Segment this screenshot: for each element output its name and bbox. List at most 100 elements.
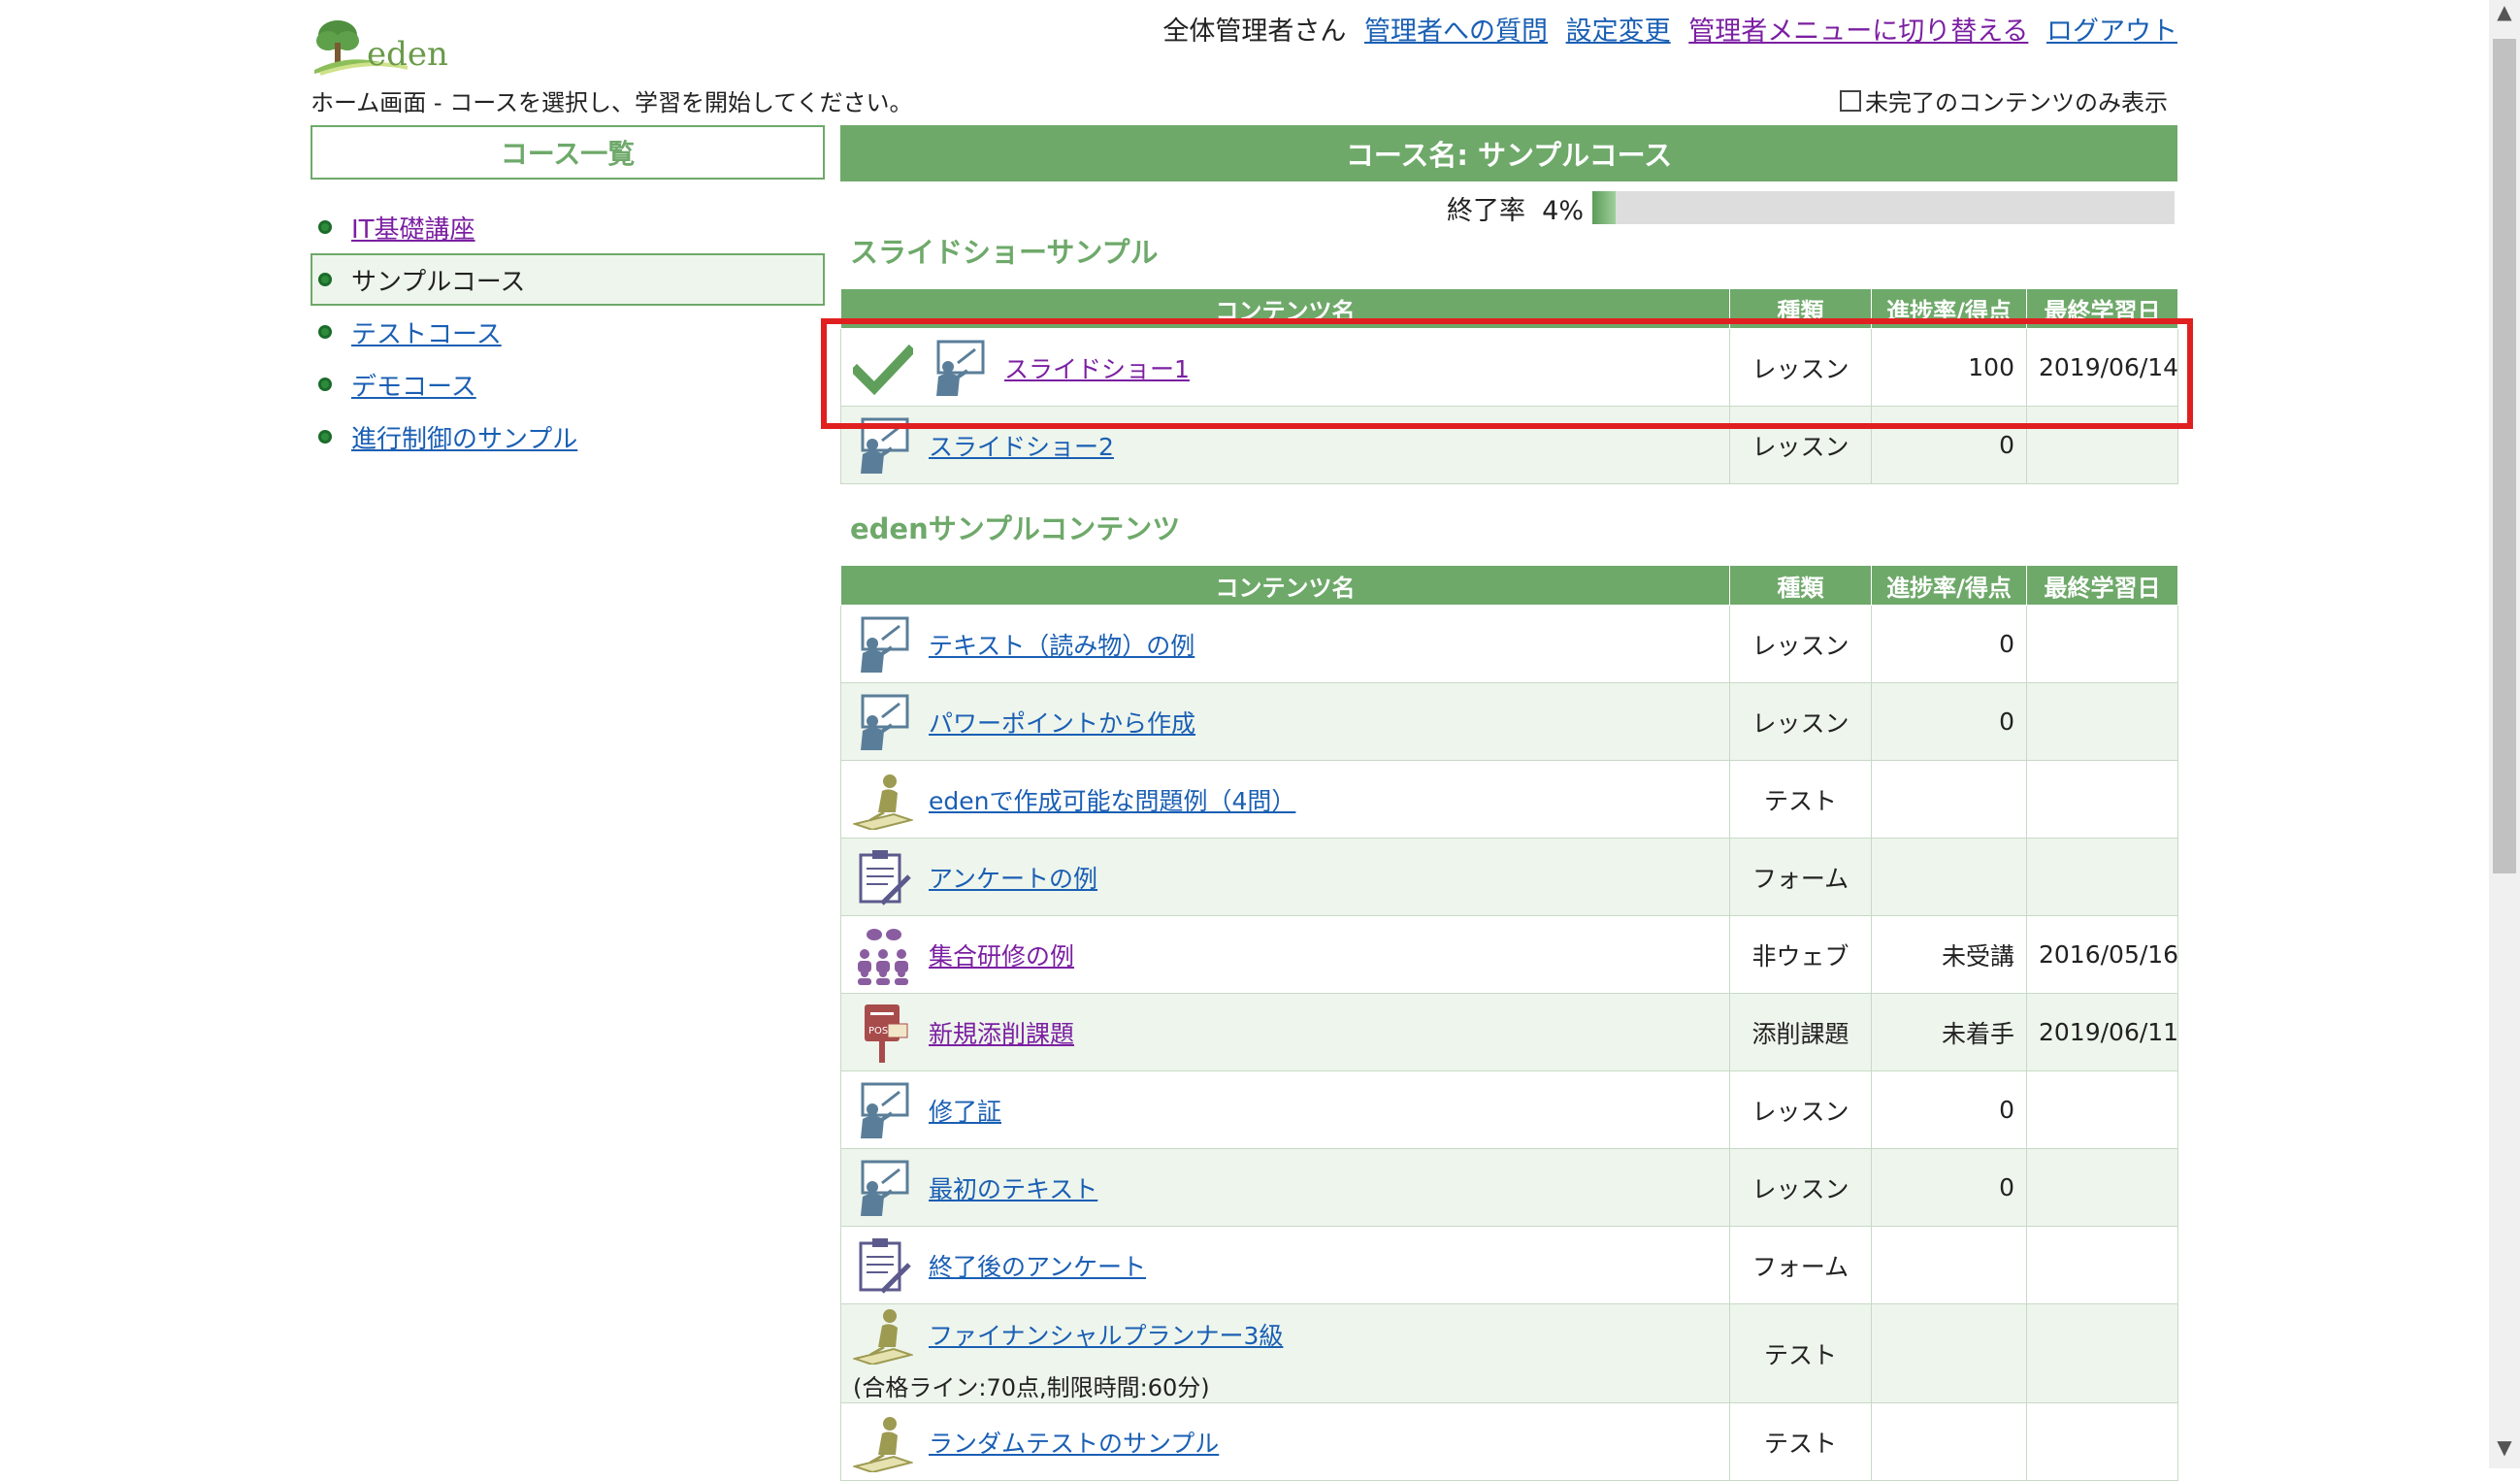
- course-link[interactable]: テストコース: [351, 314, 502, 350]
- content-name-wrap: パワーポイントから作成: [853, 692, 1718, 752]
- scroll-up-arrow-icon[interactable]: ▲: [2489, 0, 2520, 33]
- content-last-date: [2026, 682, 2178, 761]
- completion-progress: 終了率 4%: [840, 185, 2177, 226]
- course-label: サンプルコース: [351, 267, 526, 297]
- content-last-date: [2026, 1402, 2178, 1481]
- content-row: 終了後のアンケート フォーム: [840, 1226, 2178, 1304]
- course-item-it-basics[interactable]: IT基礎講座: [311, 201, 825, 253]
- progress-value: 4%: [1542, 196, 1584, 226]
- content-name-wrap: アンケートの例: [853, 847, 1718, 907]
- content-link[interactable]: 最初のテキスト: [929, 1170, 1097, 1205]
- content-kind: フォーム: [1729, 838, 1872, 916]
- content-last-date: [2026, 838, 2178, 916]
- content-last-date: 2019/06/11: [2026, 993, 2178, 1071]
- content-name-cell: テキスト（読み物）の例: [840, 605, 1730, 683]
- content-row: 修了証 レッスン 0: [840, 1070, 2178, 1149]
- content-kind: テスト: [1729, 1402, 1872, 1481]
- clipboard-form-icon: [853, 847, 913, 907]
- logout-link[interactable]: ログアウト: [2046, 16, 2177, 47]
- course-item-progress-control[interactable]: 進行制御のサンプル: [311, 411, 825, 463]
- content-kind: フォーム: [1729, 1226, 1872, 1304]
- lesson-board-icon: [853, 1158, 913, 1218]
- course-item-sample[interactable]: サンプルコース: [311, 253, 825, 306]
- course-list: IT基礎講座 サンプルコース テストコース デモコース 進行制御のサンプル: [311, 201, 825, 463]
- content-link[interactable]: スライドショー2: [929, 428, 1114, 463]
- content-link[interactable]: パワーポイントから作成: [929, 705, 1195, 740]
- content-score: [1871, 838, 2027, 916]
- content-score: [1871, 1226, 2027, 1304]
- course-detail: コース名: サンプルコース 終了率 4% スライドショーサンプル コンテンツ名 …: [840, 125, 2178, 1481]
- settings-link[interactable]: 設定変更: [1566, 16, 1671, 47]
- col-kind: 種類: [1729, 565, 1872, 606]
- course-list-title: コース一覧: [311, 125, 825, 180]
- content-row: ファイナンシャルプランナー3級 (合格ライン:70点,制限時間:60分) テスト: [840, 1303, 2178, 1403]
- content-name-cell: ファイナンシャルプランナー3級 (合格ライン:70点,制限時間:60分): [840, 1303, 1730, 1403]
- content-kind: レッスン: [1729, 605, 1872, 683]
- content-link[interactable]: 新規添削課題: [929, 1015, 1074, 1050]
- section-title-eden-samples: edenサンプルコンテンツ: [850, 512, 1181, 545]
- content-last-date: [2026, 1148, 2178, 1227]
- content-row: テキスト（読み物）の例 レッスン 0: [840, 605, 2178, 683]
- test-writing-icon: [851, 1304, 915, 1366]
- progress-label: 終了率 4%: [1446, 196, 1584, 226]
- incomplete-only-checkbox[interactable]: [1840, 89, 1861, 112]
- course-link[interactable]: 進行制御のサンプル: [351, 419, 577, 455]
- content-name-cell: 終了後のアンケート: [840, 1226, 1730, 1304]
- content-score: 0: [1871, 1148, 2027, 1227]
- content-row: 最初のテキスト レッスン 0: [840, 1148, 2178, 1227]
- content-name-wrap: ランダムテストのサンプル: [851, 1412, 1718, 1473]
- content-score: [1871, 1402, 2027, 1481]
- logo-text: eden: [367, 35, 448, 74]
- content-name-cell: ランダムテストのサンプル: [840, 1402, 1730, 1481]
- course-link[interactable]: デモコース: [351, 367, 476, 403]
- content-score: 0: [1871, 1070, 2027, 1149]
- content-link[interactable]: 集合研修の例: [929, 938, 1074, 972]
- col-content-name: コンテンツ名: [840, 565, 1730, 606]
- test-writing-icon: [851, 770, 915, 831]
- admin-question-link[interactable]: 管理者への質問: [1364, 16, 1548, 47]
- content-kind: レッスン: [1729, 1148, 1872, 1227]
- content-last-date: [2026, 1070, 2178, 1149]
- scrollbar-thumb[interactable]: [2493, 39, 2516, 873]
- content-note: (合格ライン:70点,制限時間:60分): [853, 1374, 1210, 1401]
- content-name-wrap: 集合研修の例: [853, 925, 1718, 985]
- switch-admin-menu-link[interactable]: 管理者メニューに切り替える: [1688, 16, 2028, 47]
- content-score: [1871, 1303, 2027, 1403]
- content-score: [1871, 760, 2027, 839]
- content-name-cell: edenで作成可能な問題例（4問）: [840, 760, 1730, 839]
- content-link[interactable]: 修了証: [929, 1093, 1001, 1128]
- content-last-date: [2026, 605, 2178, 683]
- bullet-icon: [318, 378, 332, 391]
- content-row: POST 新規添削課題 添削課題 未着手 2019/06/11: [840, 993, 2178, 1071]
- page-subtitle: ホーム画面 - コースを選択し、学習を開始してください。: [311, 89, 913, 116]
- post-box-icon: POST: [853, 1003, 913, 1063]
- eden-logo[interactable]: eden: [311, 14, 448, 78]
- lesson-board-icon: [853, 614, 913, 675]
- content-last-date: [2026, 760, 2178, 839]
- course-item-test[interactable]: テストコース: [311, 306, 825, 358]
- content-link[interactable]: edenで作成可能な問題例（4問）: [929, 782, 1295, 817]
- incomplete-only-label: 未完了のコンテンツのみ表示: [1865, 89, 2168, 116]
- content-link[interactable]: ランダムテストのサンプル: [929, 1425, 1219, 1460]
- bullet-icon: [318, 220, 332, 234]
- content-name-cell: 最初のテキスト: [840, 1148, 1730, 1227]
- content-row: パワーポイントから作成 レッスン 0: [840, 682, 2178, 761]
- course-title: コース名: サンプルコース: [840, 125, 2177, 181]
- content-link[interactable]: アンケートの例: [929, 860, 1097, 895]
- col-progress: 進捗率/得点: [1871, 565, 2027, 606]
- course-item-demo[interactable]: デモコース: [311, 358, 825, 411]
- course-link[interactable]: IT基礎講座: [351, 210, 475, 246]
- progress-fill: [1592, 191, 1616, 224]
- incomplete-filter[interactable]: 未完了のコンテンツのみ表示: [1840, 83, 2168, 117]
- content-link[interactable]: テキスト（読み物）の例: [929, 627, 1195, 662]
- content-name-cell: アンケートの例: [840, 838, 1730, 916]
- content-link[interactable]: 終了後のアンケート: [929, 1248, 1146, 1283]
- content-link[interactable]: ファイナンシャルプランナー3級: [929, 1317, 1283, 1352]
- content-name-cell: 修了証: [840, 1070, 1730, 1149]
- content-kind: レッスン: [1729, 682, 1872, 761]
- content-last-date: 2016/05/16: [2026, 915, 2178, 994]
- content-score: 未着手: [1871, 993, 2027, 1071]
- content-name-wrap: edenで作成可能な問題例（4問）: [851, 770, 1718, 831]
- content-row: 集合研修の例 非ウェブ 未受講 2016/05/16: [840, 915, 2178, 994]
- scroll-down-arrow-icon[interactable]: ▼: [2489, 1435, 2520, 1468]
